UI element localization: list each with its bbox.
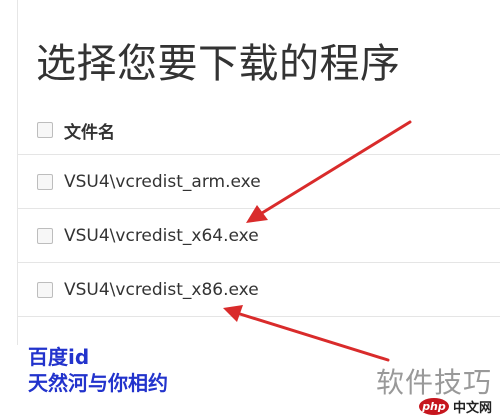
php-logo-icon: php <box>418 398 449 415</box>
file-name-label: VSU4\vcredist_arm.exe <box>64 171 261 192</box>
page-title: 选择您要下载的程序 <box>36 41 401 87</box>
file-row-x86[interactable]: VSU4\vcredist_x86.exe <box>18 263 500 317</box>
file-name-label: VSU4\vcredist_x86.exe <box>64 279 259 300</box>
file-checkbox-x86[interactable] <box>37 281 53 298</box>
file-row-x64[interactable]: VSU4\vcredist_x64.exe <box>18 209 500 263</box>
caption-line-2: 天然河与你相约 <box>28 371 168 395</box>
column-header-filename: 文件名 <box>64 122 115 143</box>
download-dialog: 选择您要下载的程序 文件名 VSU4\vcredist_arm.exe VSU4… <box>0 0 500 418</box>
watermark-text: 软件技巧 <box>375 366 492 399</box>
file-checkbox-x64[interactable] <box>37 227 53 244</box>
file-row-arm[interactable]: VSU4\vcredist_arm.exe <box>18 155 500 209</box>
file-checkbox-arm[interactable] <box>37 173 53 190</box>
php-logo: php 中文网 <box>418 397 492 416</box>
arrow-to-x86 <box>238 312 390 362</box>
file-list-header: 文件名 <box>18 106 500 155</box>
php-site-name: 中文网 <box>452 401 492 416</box>
file-list: 文件名 VSU4\vcredist_arm.exe VSU4\vcredist_… <box>18 106 500 317</box>
file-name-label: VSU4\vcredist_x64.exe <box>64 225 259 246</box>
caption-line-1: 百度id <box>28 345 90 369</box>
author-caption: 百度id 天然河与你相约 <box>28 344 168 396</box>
select-all-checkbox[interactable] <box>37 122 53 138</box>
watermark: 软件技巧 <box>376 361 492 401</box>
